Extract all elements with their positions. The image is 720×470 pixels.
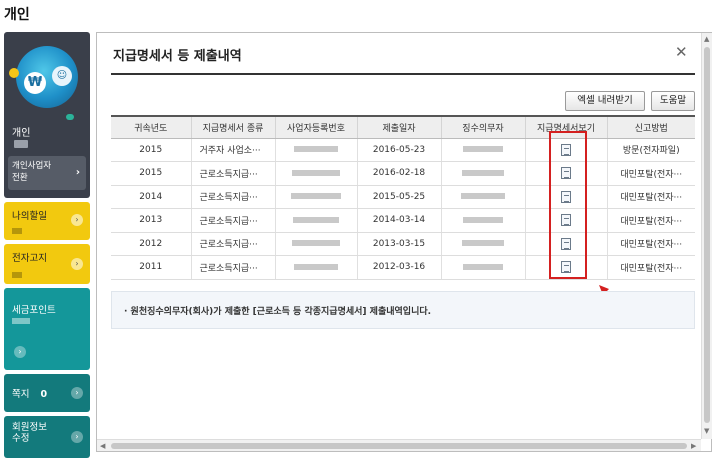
sidebar-item-label: 전자고지 xyxy=(12,253,47,264)
table-row: 2015 근로소득지급··· 2016-02-18 대민포탈(전자··· xyxy=(111,161,695,186)
smiley-icon: ☺ xyxy=(52,66,72,86)
green-dot-icon xyxy=(66,114,74,120)
cell-withholder-redacted xyxy=(440,185,525,209)
cell-withholder-redacted xyxy=(440,161,525,186)
table-row: 2011 근로소득지급··· 2012-03-16 대민포탈(전자··· xyxy=(111,255,695,280)
sidebar-item-messages[interactable]: 쪽지 0 › xyxy=(4,374,90,412)
table-row: 2014 근로소득지급··· 2015-05-25 대민포탈(전자··· xyxy=(111,185,695,209)
switch-to-business-button[interactable]: 개인사업자 전환 › xyxy=(8,156,86,190)
cell-withholder-redacted xyxy=(440,255,525,280)
cell-method: 대민포탈(전자··· xyxy=(606,255,695,280)
table-row: 2015 거주자 사업소··· 2016-05-23 방문(전자파일) xyxy=(111,138,695,162)
cell-year: 2014 xyxy=(111,185,191,209)
cell-method: 대민포탈(전자··· xyxy=(606,232,695,256)
table-row: 2012 근로소득지급··· 2013-03-15 대민포탈(전자··· xyxy=(111,232,695,256)
sidebar-item-label: 쪽지 xyxy=(12,389,30,400)
profile-label: 개인 xyxy=(12,128,31,139)
cell-biz-number-redacted xyxy=(274,232,357,256)
col-header-method: 신고방법 xyxy=(606,115,695,139)
sidebar-item-label: 나의할일 xyxy=(12,211,47,222)
vertical-scrollbar[interactable]: ▲ ▼ xyxy=(701,33,712,439)
title-divider xyxy=(111,73,695,75)
cell-biz-number-redacted xyxy=(274,161,357,186)
cell-year: 2012 xyxy=(111,232,191,256)
cell-type: 근로소득지급··· xyxy=(190,185,275,209)
sidebar-item-e-notice[interactable]: 전자고지 › xyxy=(4,244,90,284)
vertical-scroll-thumb[interactable] xyxy=(704,47,710,423)
cell-biz-number-redacted xyxy=(274,138,357,162)
excel-download-button[interactable]: 엑셀 내려받기 xyxy=(565,91,645,111)
col-header-biz-number: 사업자등록번호 xyxy=(274,115,357,139)
cell-type: 근로소득지급··· xyxy=(190,255,275,280)
cell-year: 2015 xyxy=(111,161,191,186)
chevron-right-icon: › xyxy=(71,214,83,226)
cell-biz-number-redacted xyxy=(274,208,357,233)
cell-date: 2016-05-23 xyxy=(356,138,441,162)
chevron-right-icon: › xyxy=(71,387,83,399)
col-header-year: 귀속년도 xyxy=(111,115,191,139)
cell-biz-number-redacted xyxy=(274,255,357,280)
scroll-right-icon[interactable]: ▶ xyxy=(691,442,696,450)
table-header-row: 귀속년도 지급명세서 종류 사업자등록번호 제출일자 징수의무자 지급명세서보기… xyxy=(111,115,695,139)
col-header-submit-date: 제출일자 xyxy=(356,115,441,139)
profile-name-redacted xyxy=(14,140,28,148)
cell-year: 2011 xyxy=(111,255,191,280)
cell-date: 2012-03-16 xyxy=(356,255,441,280)
cell-year: 2013 xyxy=(111,208,191,233)
cell-type: 근로소득지급··· xyxy=(190,208,275,233)
view-column-highlight xyxy=(549,131,587,279)
scroll-down-icon[interactable]: ▼ xyxy=(704,427,709,435)
cell-withholder-redacted xyxy=(440,208,525,233)
help-button[interactable]: 도움말 xyxy=(651,91,695,111)
cell-type: 근로소득지급··· xyxy=(190,232,275,256)
switch-button-label: 개인사업자 전환 xyxy=(12,161,52,183)
horizontal-scrollbar[interactable]: ◀ ▶ xyxy=(97,439,701,451)
scroll-up-icon[interactable]: ▲ xyxy=(704,35,709,43)
yellow-dot-icon xyxy=(9,68,19,78)
cell-date: 2015-05-25 xyxy=(356,185,441,209)
redacted-points xyxy=(12,318,30,324)
chevron-right-icon: › xyxy=(75,167,80,178)
message-count: 0 xyxy=(40,389,48,400)
sidebar-item-edit-profile[interactable]: 회원정보 수정 › xyxy=(4,416,90,458)
cell-type: 근로소득지급··· xyxy=(190,161,275,186)
submission-history-dialog: 지급명세서 등 제출내역 ✕ 엑셀 내려받기 도움말 귀속년도 지급명세서 종류… xyxy=(96,32,712,452)
sidebar-item-label: 세금포인트 xyxy=(12,305,56,316)
chevron-right-icon: › xyxy=(71,258,83,270)
notice-box: · 원천징수의무자(회사)가 제출한 [근로소득 등 각종지급명세서] 제출내역… xyxy=(111,291,695,329)
cell-date: 2013-03-15 xyxy=(356,232,441,256)
table-row: 2013 근로소득지급··· 2014-03-14 대민포탈(전자··· xyxy=(111,208,695,233)
cell-method: 대민포탈(전자··· xyxy=(606,185,695,209)
redacted-count xyxy=(12,228,22,234)
page-title: 개인 xyxy=(4,7,30,23)
cell-biz-number-redacted xyxy=(274,185,357,209)
cell-date: 2016-02-18 xyxy=(356,161,441,186)
cell-withholder-redacted xyxy=(440,232,525,256)
submission-table: 귀속년도 지급명세서 종류 사업자등록번호 제출일자 징수의무자 지급명세서보기… xyxy=(111,115,695,280)
chevron-right-icon: › xyxy=(71,431,83,443)
col-header-withholder: 징수의무자 xyxy=(440,115,525,139)
cell-method: 방문(전자파일) xyxy=(606,138,695,162)
chevron-right-icon: › xyxy=(14,346,26,358)
dialog-title: 지급명세서 등 제출내역 xyxy=(113,49,242,64)
profile-card: ₩ ☺ 개인 개인사업자 전환 › xyxy=(4,32,90,198)
won-coin-icon: ₩ xyxy=(24,72,46,94)
scroll-left-icon[interactable]: ◀ xyxy=(100,442,105,450)
cell-withholder-redacted xyxy=(440,138,525,162)
cell-year: 2015 xyxy=(111,138,191,162)
sidebar-item-tax-points[interactable]: 세금포인트 › xyxy=(4,288,90,370)
cell-date: 2014-03-14 xyxy=(356,208,441,233)
horizontal-scroll-thumb[interactable] xyxy=(111,443,687,449)
redacted-count xyxy=(12,272,22,278)
cell-method: 대민포탈(전자··· xyxy=(606,208,695,233)
sidebar-item-todo[interactable]: 나의할일 › xyxy=(4,202,90,240)
cell-type: 거주자 사업소··· xyxy=(190,138,275,162)
cell-method: 대민포탈(전자··· xyxy=(606,161,695,186)
col-header-type: 지급명세서 종류 xyxy=(190,115,275,139)
close-icon[interactable]: ✕ xyxy=(675,43,688,61)
